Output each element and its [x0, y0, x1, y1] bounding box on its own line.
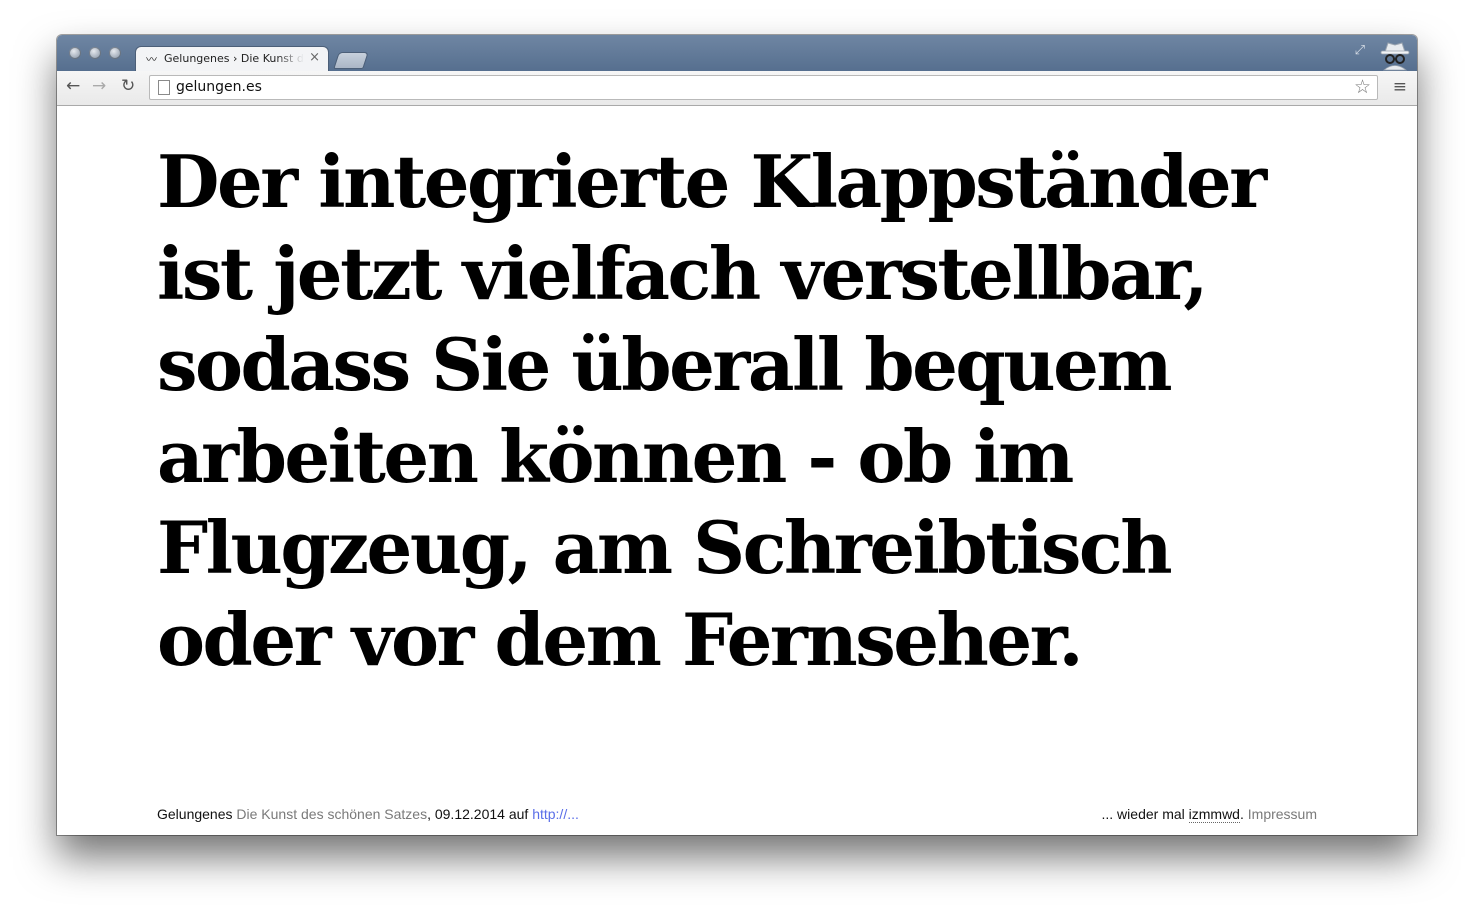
reload-icon[interactable]: ↻ [121, 76, 135, 96]
forward-icon[interactable]: → [92, 76, 106, 96]
url-text[interactable]: gelungen.es [176, 79, 262, 95]
mustache-icon: 〰 [146, 53, 157, 66]
site-tagline: Die Kunst des schönen Satzes [236, 806, 428, 822]
source-link[interactable]: http://... [532, 806, 579, 822]
zoom-window-button[interactable] [109, 47, 121, 59]
footer-left: Gelungenes Die Kunst des schönen Satzes,… [157, 806, 579, 822]
impressum-link[interactable]: Impressum [1248, 806, 1317, 822]
page-icon [158, 80, 170, 95]
tab-active[interactable]: 〰 Gelungenes › Die Kunst des schönen Sat… [135, 46, 329, 71]
site-name[interactable]: Gelungenes [157, 806, 233, 822]
date-separator: , [427, 806, 431, 822]
bookmark-star-icon[interactable]: ☆ [1354, 76, 1371, 98]
tab-title: Gelungenes › Die Kunst des schönen Satze… [164, 52, 304, 65]
address-bar[interactable]: gelungen.es ☆ [149, 75, 1378, 100]
minimize-window-button[interactable] [89, 47, 101, 59]
source-prefix: auf [508, 806, 529, 822]
footer-right: ... wieder mal izmmwd. Impressum [1101, 806, 1317, 823]
wieder-text: ... wieder mal [1101, 806, 1185, 822]
close-window-button[interactable] [69, 47, 81, 59]
tab-strip: 〰 Gelungenes › Die Kunst des schönen Sat… [57, 35, 1417, 71]
headline: Der integrierte Klappständer ist jetzt v… [157, 139, 1267, 682]
page-content: Der integrierte Klappständer ist jetzt v… [57, 106, 1417, 835]
close-tab-icon[interactable]: × [309, 50, 320, 65]
browser-toolbar: ← → ↻ gelungen.es ☆ ≡ [57, 71, 1417, 106]
post-date: 09.12.2014 [434, 806, 505, 822]
page-footer: Gelungenes Die Kunst des schönen Satzes,… [157, 806, 1317, 828]
menu-icon[interactable]: ≡ [1393, 78, 1407, 96]
incognito-icon [1380, 42, 1410, 71]
izmmwd-period: . [1239, 806, 1244, 822]
browser-window: 〰 Gelungenes › Die Kunst des schönen Sat… [57, 35, 1417, 835]
fullscreen-icon[interactable]: ⤢ [1355, 43, 1365, 58]
izmmwd-link[interactable]: izmmwd [1188, 806, 1240, 823]
back-icon[interactable]: ← [66, 76, 80, 96]
new-tab-button[interactable] [333, 52, 369, 69]
